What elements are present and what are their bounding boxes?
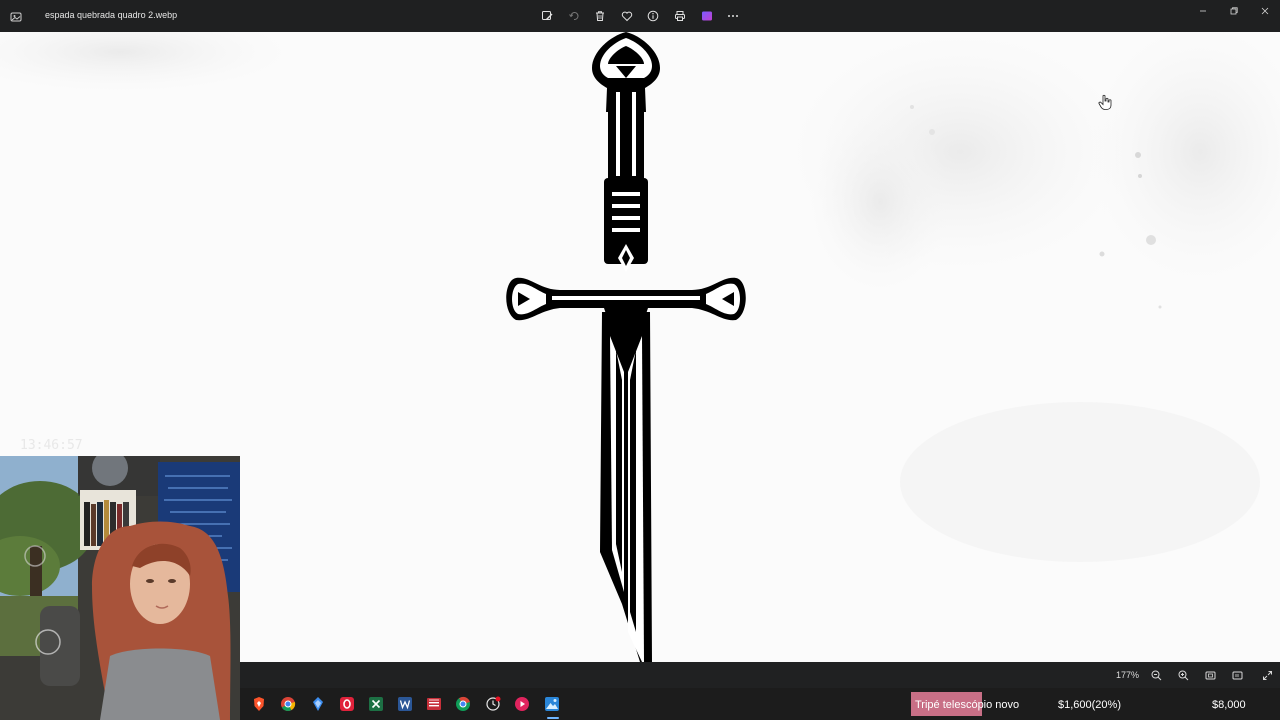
favorite-button[interactable] <box>618 7 636 25</box>
taskbar: Tripé telescópio novo $1,600(20%) $8,000 <box>240 688 1280 720</box>
actual-size-button[interactable] <box>1230 668 1244 682</box>
minimize-button[interactable] <box>1187 0 1218 22</box>
maximize-button[interactable] <box>1218 0 1249 22</box>
clipchamp-button[interactable] <box>698 7 716 25</box>
more-icon <box>728 15 739 17</box>
hand-cursor-icon <box>1098 94 1112 110</box>
print-button[interactable] <box>671 7 689 25</box>
rotate-button[interactable] <box>565 7 583 25</box>
minimize-icon <box>1199 10 1206 12</box>
maximize-icon <box>1230 7 1238 15</box>
zoom-out-button[interactable] <box>1149 668 1163 682</box>
title-bar: espada quebrada quadro 2.webp <box>0 0 1280 32</box>
photos-icon[interactable] <box>544 696 560 712</box>
media-player-icon[interactable] <box>514 696 530 712</box>
clock-app-icon[interactable] <box>485 696 501 712</box>
webcam-overlay <box>0 456 240 720</box>
excel-icon[interactable] <box>368 696 384 712</box>
close-button[interactable] <box>1249 0 1280 22</box>
fit-to-window-button[interactable] <box>1203 668 1217 682</box>
fullscreen-icon <box>1262 670 1272 680</box>
active-app-indicator <box>547 717 559 719</box>
fit-to-window-icon <box>1205 671 1215 679</box>
webcam-feed-image <box>0 456 240 720</box>
delete-button[interactable] <box>591 7 609 25</box>
window-controls <box>1187 0 1280 22</box>
close-icon <box>1261 7 1268 15</box>
actual-size-icon <box>1232 671 1242 679</box>
print-icon <box>674 11 685 21</box>
goal-current-amount: $1,600(20%) <box>1058 699 1121 711</box>
photos-app-window: espada quebrada quadro 2.webp 13:46:57 1… <box>0 0 1280 720</box>
goal-label: Tripé telescópio novo <box>915 699 1020 711</box>
info-icon <box>648 10 659 22</box>
zoom-level: 177% <box>1116 670 1140 680</box>
zoom-in-icon <box>1178 670 1188 680</box>
favorite-icon <box>621 11 632 22</box>
app-icon-blue[interactable] <box>310 696 326 712</box>
file-name: espada quebrada quadro 2.webp <box>45 10 178 20</box>
more-options-button[interactable] <box>724 7 742 25</box>
clock-overlay: 13:46:57 <box>20 438 83 453</box>
edit-image-icon <box>542 11 553 20</box>
chrome-icon[interactable] <box>280 696 296 712</box>
photos-app-icon <box>10 10 22 22</box>
info-button[interactable] <box>644 7 662 25</box>
chrome-alt-icon[interactable] <box>455 696 471 712</box>
goal-target-amount: $8,000 <box>1212 699 1246 711</box>
zoom-in-button[interactable] <box>1176 668 1190 682</box>
calendar-app-icon[interactable] <box>426 696 442 712</box>
brave-icon[interactable] <box>251 696 267 712</box>
viewer-toolbar <box>538 7 751 25</box>
edit-image-button[interactable] <box>538 7 556 25</box>
rotate-icon <box>568 12 579 21</box>
zoom-out-icon <box>1151 670 1161 680</box>
word-icon[interactable] <box>397 696 413 712</box>
clipchamp-icon <box>701 11 712 21</box>
fullscreen-button[interactable] <box>1260 668 1274 682</box>
viewer-status-bar: 177% <box>240 662 1280 688</box>
delete-icon <box>596 11 605 21</box>
opera-icon[interactable] <box>339 696 355 712</box>
sword-illustration <box>506 32 746 662</box>
